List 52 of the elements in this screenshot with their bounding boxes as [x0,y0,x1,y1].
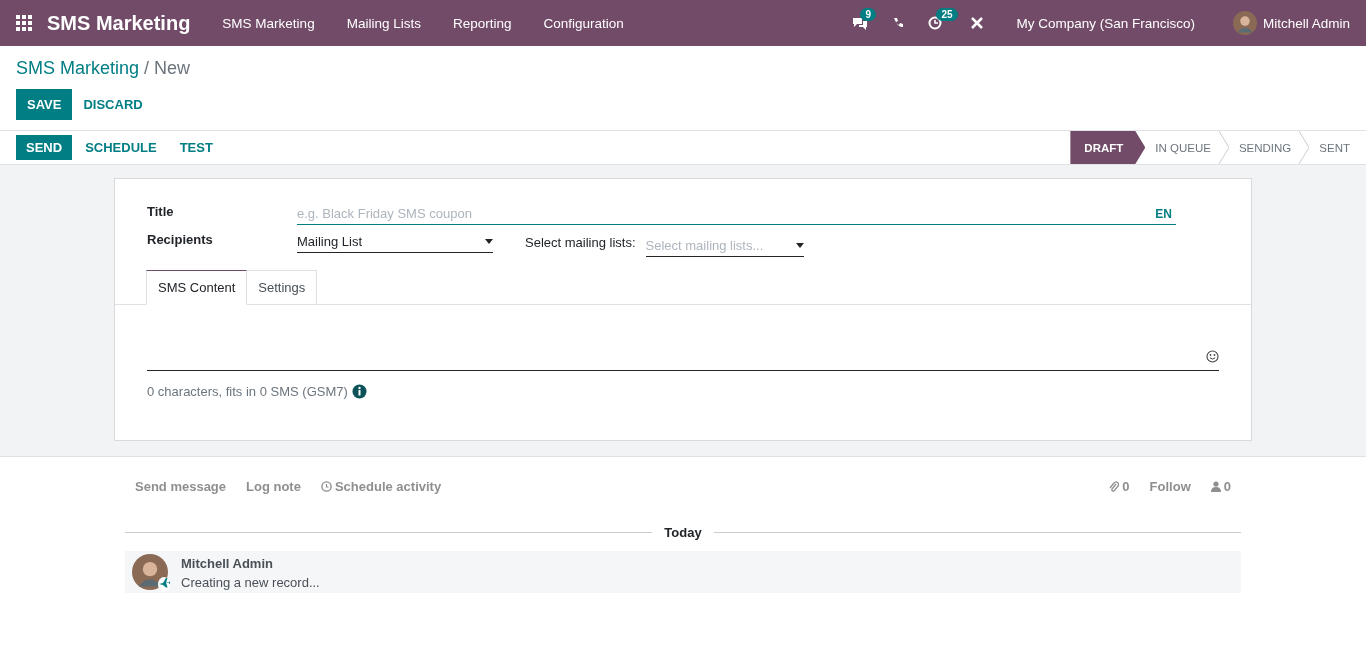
form-button[interactable]: SAVE [16,89,73,120]
chatter-button[interactable]: Send message [135,479,227,494]
clock-icon [320,481,332,492]
date-separator: Today [664,525,702,540]
phone-icon[interactable] [892,17,905,29]
user-icon [1210,481,1221,492]
attachments-button[interactable]: 0 [1109,479,1130,494]
user-menu[interactable]: Mitchell Admin [1232,11,1350,35]
message-body: Creating a new record... [181,575,320,590]
breadcrumb-link[interactable]: SMS Marketing [16,58,140,79]
paperclip-icon [1109,480,1120,493]
recipients-dropdown[interactable]: Mailing List [297,231,493,253]
field-label: Recipients [147,232,214,249]
action-button[interactable]: TEST [169,135,223,160]
menu-item[interactable]: Mailing Lists [330,15,437,31]
avatar-icon [1232,11,1257,35]
status-stage[interactable]: DRAFT [1070,131,1146,164]
activity-count-badge: 25 [936,8,958,21]
caret-icon [795,243,804,248]
breadcrumb-separator: / [144,58,150,79]
breadcrumb-current: New [154,58,191,79]
apps-menu-icon[interactable] [16,15,32,31]
menu-item[interactable]: SMS Marketing [206,15,331,31]
stage-divider-icon [1218,131,1229,164]
action-button[interactable]: SEND [16,135,73,160]
avatar-icon [132,554,168,590]
company-switcher[interactable]: My Company (San Francisco) [1016,15,1195,31]
form-tab[interactable]: Settings [247,270,318,305]
caret-icon [485,239,493,244]
menu-item[interactable]: Reporting [436,15,528,31]
chat-icon[interactable] [852,16,869,30]
airplane-icon [158,577,170,589]
emoji-icon[interactable] [1206,350,1219,363]
info-icon[interactable] [351,384,367,399]
language-button[interactable]: EN [1155,206,1176,221]
sms-character-count: 0 characters, fits in 0 SMS (GSM7) [147,384,348,399]
message-count-badge: 9 [860,8,876,21]
followers-button[interactable]: 0 [1210,479,1231,494]
action-button[interactable]: SCHEDULE [75,135,167,160]
title-field[interactable]: e.g. Black Friday SMS coupon EN [297,203,1176,225]
field-label: Select mailing lists: [525,235,636,252]
clock-icon[interactable] [928,16,943,30]
form-button[interactable]: DISCARD [72,89,154,120]
app-title: SMS Marketing [47,11,191,35]
chatter-button[interactable]: Schedule activity [320,479,442,494]
form-tab[interactable]: SMS Content [146,270,248,305]
message-author: Mitchell Admin [181,556,274,571]
follow-button[interactable]: Follow [1149,479,1191,494]
stage-divider-icon [1299,131,1310,164]
field-label: Title [147,204,175,221]
menu-item[interactable]: Configuration [527,15,640,31]
chatter-button[interactable]: Log note [246,479,301,494]
